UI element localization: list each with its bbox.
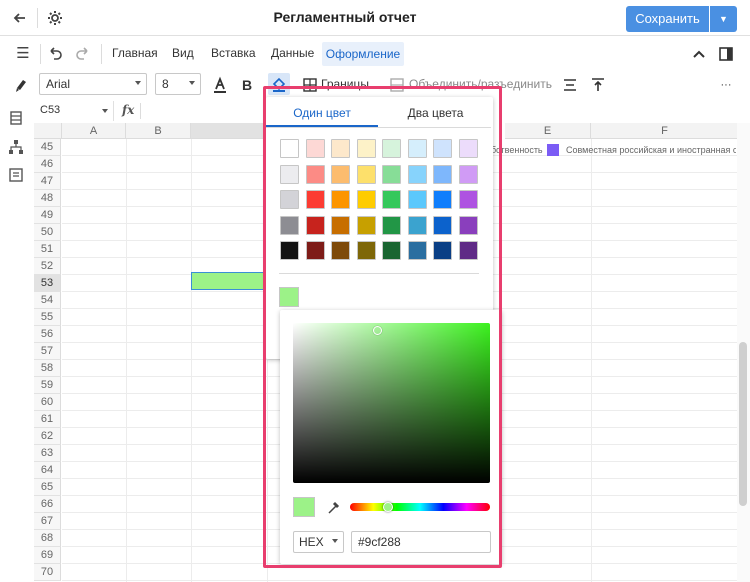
row-header[interactable]: 54 — [34, 292, 61, 309]
font-family-select[interactable]: Arial — [39, 73, 147, 95]
menu-data[interactable]: Данные — [271, 46, 314, 60]
row-header[interactable]: 52 — [34, 258, 61, 275]
font-color-icon[interactable] — [210, 75, 230, 95]
row-header[interactable]: 63 — [34, 445, 61, 462]
bold-icon[interactable]: B — [237, 75, 257, 95]
column-header-b[interactable]: B — [126, 123, 191, 139]
text-wrap-icon[interactable] — [560, 75, 580, 95]
column-header-a[interactable]: A — [62, 123, 126, 139]
row-header[interactable]: 46 — [34, 156, 61, 173]
more-options-icon[interactable]: ··· — [716, 75, 736, 95]
row-header[interactable]: 60 — [34, 394, 61, 411]
menu-insert[interactable]: Вставка — [211, 46, 256, 60]
format-painter-icon[interactable] — [12, 75, 32, 95]
title-divider — [37, 8, 38, 28]
menu-home[interactable]: Главная — [112, 46, 158, 60]
hamburger-menu-icon[interactable]: ☰ — [13, 44, 33, 64]
undo-icon[interactable] — [45, 44, 65, 64]
save-dropdown-button[interactable]: ▼ — [710, 6, 737, 32]
row-line — [62, 580, 739, 581]
row-header[interactable]: 47 — [34, 173, 61, 190]
menu-view[interactable]: Вид — [172, 46, 194, 60]
font-family-value: Arial — [46, 77, 71, 91]
row-header[interactable]: 59 — [34, 377, 61, 394]
font-size-value: 8 — [162, 77, 169, 91]
row-header[interactable]: 45 — [34, 139, 61, 156]
legend-label: Совместная российская и иностранная соб — [566, 145, 736, 155]
row-header[interactable]: 50 — [34, 224, 61, 241]
row-header[interactable]: 49 — [34, 207, 61, 224]
hierarchy-icon[interactable] — [8, 139, 24, 155]
row-header[interactable]: 64 — [34, 462, 61, 479]
collapse-chevron-icon[interactable] — [689, 44, 709, 64]
scrollbar-thumb[interactable] — [739, 342, 747, 506]
row-header[interactable]: 55 — [34, 309, 61, 326]
row-header[interactable]: 65 — [34, 479, 61, 496]
column-header-f[interactable]: F — [591, 123, 739, 139]
fx-label: fx — [122, 103, 135, 117]
row-header[interactable]: 51 — [34, 241, 61, 258]
comments-icon[interactable] — [8, 167, 24, 183]
row-header[interactable]: 62 — [34, 428, 61, 445]
sheets-list-icon[interactable] — [8, 110, 24, 126]
panel-toggle-icon[interactable] — [716, 44, 736, 64]
row-header[interactable]: 66 — [34, 496, 61, 513]
highlight-frame — [263, 86, 502, 568]
row-header[interactable]: 56 — [34, 326, 61, 343]
page-title: Регламентный отчет — [273, 9, 417, 25]
menu-divider — [40, 44, 41, 64]
row-header[interactable]: 58 — [34, 360, 61, 377]
row-header[interactable]: 48 — [34, 190, 61, 207]
menu-divider-2 — [101, 44, 102, 64]
menu-design-tab[interactable]: Оформление — [322, 42, 404, 66]
formula-divider — [140, 103, 141, 119]
legend-swatch — [547, 144, 559, 156]
selected-cell[interactable] — [191, 272, 267, 290]
corner-header[interactable] — [34, 123, 62, 139]
row-header[interactable]: 67 — [34, 513, 61, 530]
back-arrow-icon[interactable] — [10, 8, 30, 28]
cell-reference-value: C53 — [40, 104, 61, 116]
row-header[interactable]: 69 — [34, 547, 61, 564]
column-header-e[interactable]: E — [505, 123, 591, 139]
row-header[interactable]: 61 — [34, 411, 61, 428]
row-header[interactable]: 57 — [34, 343, 61, 360]
title-bar: Регламентный отчет Сохранить ▼ — [0, 0, 750, 36]
vertical-align-top-icon[interactable] — [588, 75, 608, 95]
font-size-select[interactable]: 8 — [155, 73, 201, 95]
row-header[interactable]: 68 — [34, 530, 61, 547]
save-button[interactable]: Сохранить — [626, 6, 709, 32]
column-header-c[interactable] — [191, 123, 267, 139]
row-header[interactable]: 53 — [34, 275, 61, 292]
cell-reference-box[interactable]: C53 — [34, 101, 114, 121]
gear-icon[interactable] — [45, 8, 65, 28]
row-header[interactable]: 70 — [34, 564, 61, 581]
redo-icon[interactable] — [73, 44, 93, 64]
